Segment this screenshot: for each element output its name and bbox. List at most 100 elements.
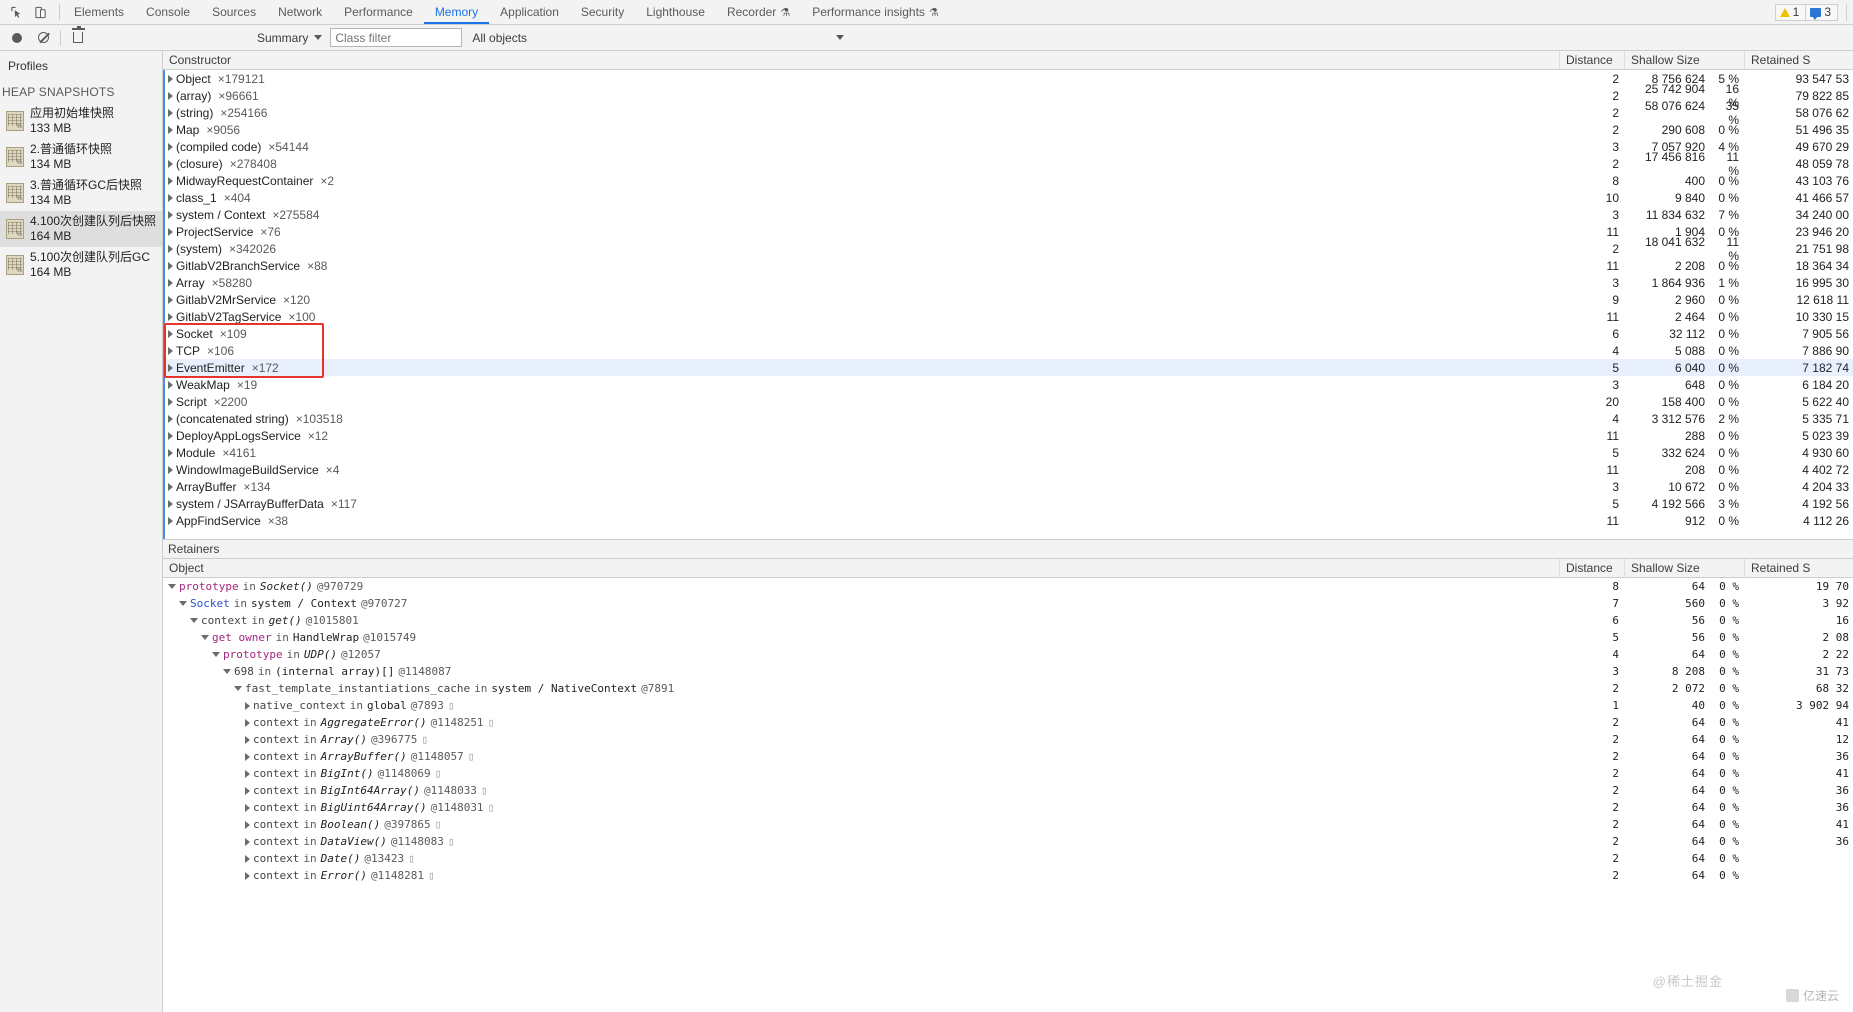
inspect-element-icon[interactable] [4,0,28,24]
expand-triangle-icon[interactable] [168,211,173,219]
expand-triangle-icon[interactable] [168,109,173,117]
constructor-row[interactable]: EventEmitter×17256 0400 %7 182 74 [163,359,1853,376]
constructor-cell[interactable]: ArrayBuffer×134 [163,480,1560,494]
expand-triangle-icon[interactable] [168,517,173,525]
constructor-cell[interactable]: Script×2200 [163,395,1560,409]
retainer-object-cell[interactable]: contextinError()@1148281▯ [163,869,1560,882]
constructor-cell[interactable]: GitlabV2BranchService×88 [163,259,1560,273]
retainer-row[interactable]: contextinDataView()@1148083▯2640 %36 [163,833,1853,850]
expand-triangle-icon[interactable] [245,838,250,846]
constructor-row[interactable]: TCP×10645 0880 %7 886 90 [163,342,1853,359]
expand-triangle-icon[interactable] [168,364,173,372]
constructor-cell[interactable]: EventEmitter×172 [163,361,1560,375]
tab-memory[interactable]: Memory [424,0,489,24]
expand-triangle-icon[interactable] [168,262,173,270]
collapse-triangle-icon[interactable] [201,635,209,640]
retainer-row[interactable]: contextinAggregateError()@1148251▯2640 %… [163,714,1853,731]
expand-triangle-icon[interactable] [245,736,250,744]
column-header-retained-size[interactable]: Retained S [1745,51,1853,70]
expand-triangle-icon[interactable] [168,177,173,185]
constructor-row[interactable]: GitlabV2TagService×100112 4640 %10 330 1… [163,308,1853,325]
constructor-cell[interactable]: (string)×254166 [163,106,1560,120]
retainers-grid-body[interactable]: prototypeinSocket()@9707298640 %19 70Soc… [163,578,1853,1012]
expand-triangle-icon[interactable] [245,787,250,795]
column-header-retainer-retained-size[interactable]: Retained S [1745,559,1853,578]
constructor-cell[interactable]: GitlabV2MrService×120 [163,293,1560,307]
retainer-row[interactable]: contextinError()@1148281▯2640 % [163,867,1853,884]
constructor-row[interactable]: (system)×342026218 041 63211 %21 751 98 [163,240,1853,257]
constructor-row[interactable]: class_1×404109 8400 %41 466 57 [163,189,1853,206]
constructor-row[interactable]: (string)×254166258 076 62435 %58 076 62 [163,104,1853,121]
class-filter-input[interactable] [330,28,462,47]
expand-triangle-icon[interactable] [245,804,250,812]
constructor-grid-body[interactable]: Object×17912128 756 6245 %93 547 53 (arra… [163,70,1853,539]
retainer-object-cell[interactable]: get ownerinHandleWrap@1015749 [163,631,1560,644]
retainer-row[interactable]: contextinBoolean()@397865▯2640 %41 [163,816,1853,833]
snapshot-item-4[interactable]: %4.100次创建队列后快照164 MB [0,211,162,247]
expand-triangle-icon[interactable] [168,126,173,134]
constructor-row[interactable]: MidwayRequestContainer×284000 %43 103 76 [163,172,1853,189]
expand-triangle-icon[interactable] [168,228,173,236]
retainer-row[interactable]: contextinget()@10158016560 %16 [163,612,1853,629]
constructor-cell[interactable]: (compiled code)×54144 [163,140,1560,154]
expand-triangle-icon[interactable] [168,466,173,474]
constructor-cell[interactable]: Array×58280 [163,276,1560,290]
expand-triangle-icon[interactable] [245,770,250,778]
retainer-row[interactable]: contextinArrayBuffer()@1148057▯2640 %36 [163,748,1853,765]
expand-triangle-icon[interactable] [168,245,173,253]
snapshot-item-5[interactable]: %5.100次创建队列后GC164 MB [0,247,162,283]
constructor-cell[interactable]: GitlabV2TagService×100 [163,310,1560,324]
retainer-object-cell[interactable]: contextinDate()@13423▯ [163,852,1560,865]
constructor-cell[interactable]: Map×9056 [163,123,1560,137]
collapse-triangle-icon[interactable] [190,618,198,623]
retainer-object-cell[interactable]: contextinArray()@396775▯ [163,733,1560,746]
constructor-cell[interactable]: Socket×109 [163,327,1560,341]
collapse-triangle-icon[interactable] [168,584,176,589]
constructor-row[interactable]: system / JSArrayBufferData×11754 192 566… [163,495,1853,512]
retainer-object-cell[interactable]: Socketinsystem / Context@970727 [163,597,1560,610]
constructor-row[interactable]: GitlabV2BranchService×88112 2080 %18 364… [163,257,1853,274]
constructor-row[interactable]: Object×17912128 756 6245 %93 547 53 [163,70,1853,87]
collapse-triangle-icon[interactable] [234,686,242,691]
column-header-object[interactable]: Object [163,559,1560,578]
retainer-row[interactable]: contextinBigInt()@1148069▯2640 %41 [163,765,1853,782]
snapshot-item-1[interactable]: %应用初始堆快照133 MB [0,103,162,139]
retainer-object-cell[interactable]: prototypeinSocket()@970729 [163,580,1560,593]
retainer-row[interactable]: Socketinsystem / Context@97072775600 %3 … [163,595,1853,612]
expand-triangle-icon[interactable] [168,75,173,83]
retainer-row[interactable]: contextinBigInt64Array()@1148033▯2640 %3… [163,782,1853,799]
constructor-cell[interactable]: WeakMap×19 [163,378,1560,392]
constructor-cell[interactable]: WindowImageBuildService×4 [163,463,1560,477]
constructor-row[interactable]: DeployAppLogsService×12112880 %5 023 39 [163,427,1853,444]
expand-triangle-icon[interactable] [168,415,173,423]
column-header-retainer-shallow-size[interactable]: Shallow Size [1625,559,1745,578]
constructor-row[interactable]: Array×5828031 864 9361 %16 995 30 [163,274,1853,291]
expand-triangle-icon[interactable] [168,143,173,151]
expand-triangle-icon[interactable] [168,398,173,406]
expand-triangle-icon[interactable] [168,160,173,168]
retainer-row[interactable]: fast_template_instantiations_cacheinsyst… [163,680,1853,697]
constructor-row[interactable]: Map×90562290 6080 %51 496 35 [163,121,1853,138]
collapse-triangle-icon[interactable] [179,601,187,606]
expand-triangle-icon[interactable] [168,500,173,508]
constructor-row[interactable]: WindowImageBuildService×4112080 %4 402 7… [163,461,1853,478]
constructor-cell[interactable]: (array)×96661 [163,89,1560,103]
retainer-object-cell[interactable]: 698in(internal array)[]@1148087 [163,665,1560,678]
expand-triangle-icon[interactable] [168,330,173,338]
retainer-row[interactable]: native_contextinglobal@7893▯1400 %3 902 … [163,697,1853,714]
clear-button[interactable] [30,26,56,50]
retainer-object-cell[interactable]: fast_template_instantiations_cacheinsyst… [163,682,1560,695]
constructor-cell[interactable]: MidwayRequestContainer×2 [163,174,1560,188]
constructor-row[interactable]: (concatenated string)×10351843 312 5762 … [163,410,1853,427]
retainer-object-cell[interactable]: contextinBigInt()@1148069▯ [163,767,1560,780]
constructor-row[interactable]: GitlabV2MrService×12092 9600 %12 618 11 [163,291,1853,308]
constructor-cell[interactable]: system / JSArrayBufferData×117 [163,497,1560,511]
constructor-row[interactable]: AppFindService×38119120 %4 112 26 [163,512,1853,529]
expand-triangle-icon[interactable] [168,347,173,355]
retainer-object-cell[interactable]: contextinget()@1015801 [163,614,1560,627]
expand-triangle-icon[interactable] [245,855,250,863]
tab-console[interactable]: Console [135,0,201,24]
tab-sources[interactable]: Sources [201,0,267,24]
collapse-triangle-icon[interactable] [223,669,231,674]
retainer-object-cell[interactable]: contextinArrayBuffer()@1148057▯ [163,750,1560,763]
